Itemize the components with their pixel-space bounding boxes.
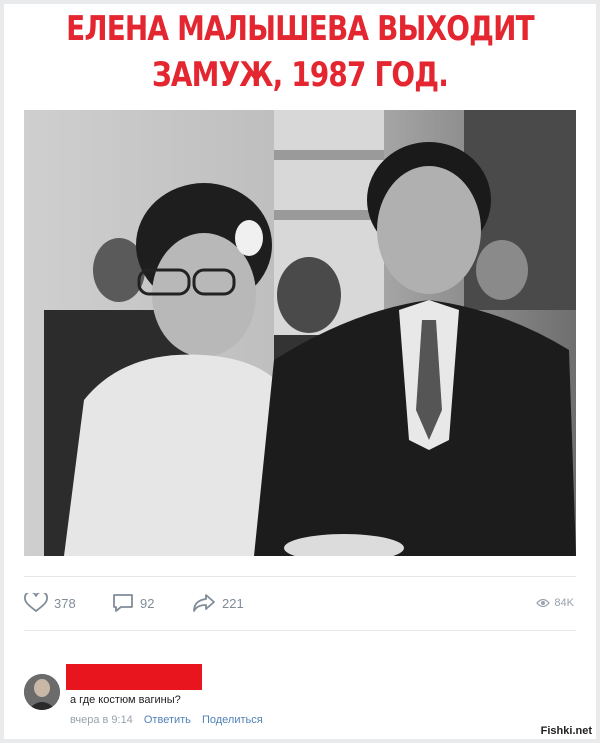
divider <box>24 576 576 577</box>
avatar[interactable] <box>24 674 60 710</box>
share-icon <box>193 594 215 612</box>
post-headline: ЕЛЕНА МАЛЫШЕВА ВЫХОДИТ ЗАМУЖ, 1987 ГОД. <box>66 9 535 95</box>
like-button[interactable]: 378 <box>24 590 76 616</box>
share-link[interactable]: Поделиться <box>202 714 263 726</box>
eye-icon <box>536 598 551 608</box>
reply-link[interactable]: Ответить <box>144 714 191 726</box>
comment-text: а где костюм вагины? <box>70 694 181 706</box>
views-counter: 84K <box>536 590 574 616</box>
comment-item: а где костюм вагины? вчера в 9:14 Ответи… <box>24 660 576 732</box>
redacted-username <box>66 664 202 690</box>
like-count: 378 <box>54 595 76 611</box>
views-count: 84K <box>554 597 574 609</box>
divider <box>24 630 576 631</box>
comment-icon <box>113 594 133 612</box>
comment-button[interactable]: 92 <box>112 590 154 616</box>
comment-time: вчера в 9:14 <box>70 714 133 726</box>
share-button[interactable]: 221 <box>192 590 244 616</box>
comment-count: 92 <box>140 595 155 611</box>
heart-icon <box>24 593 48 613</box>
post-photo[interactable] <box>24 110 576 556</box>
comment-meta: вчера в 9:14 Ответить Поделиться <box>70 714 271 726</box>
watermark: Fishki.net <box>540 725 592 737</box>
share-count: 221 <box>222 595 244 611</box>
post-actions: 378 92 221 84K <box>24 590 576 616</box>
